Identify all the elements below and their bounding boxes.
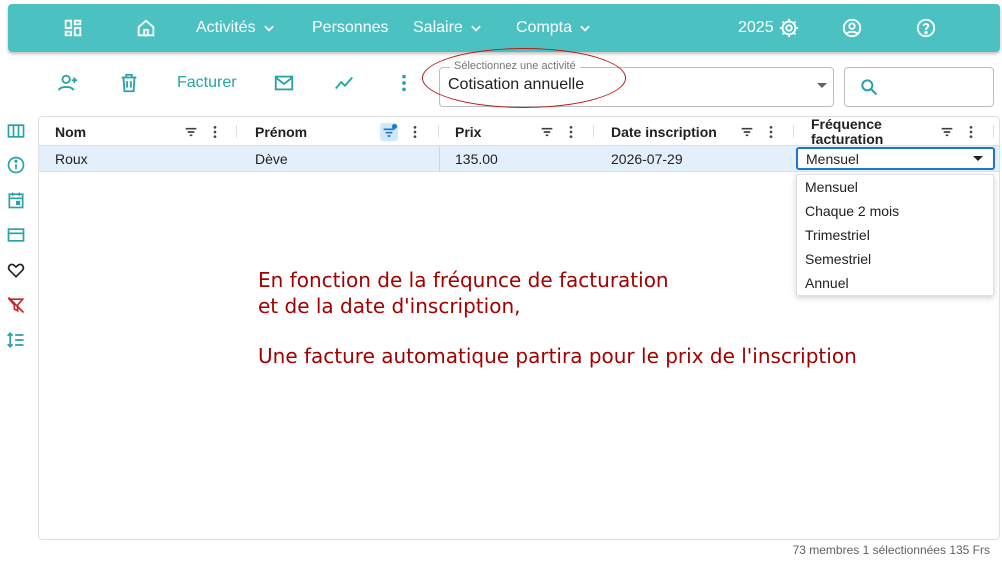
annotation-line-3: Une facture automatique partira pour le …: [258, 344, 857, 368]
year-settings[interactable]: 2025: [738, 4, 800, 52]
view-columns-icon: [7, 124, 25, 138]
dropdown-arrow-icon: [973, 156, 983, 161]
search-icon: [861, 79, 878, 96]
option-mensuel[interactable]: Mensuel: [805, 179, 858, 195]
column-separator[interactable]: [593, 125, 594, 138]
rail-info[interactable]: [5, 154, 27, 176]
grid-footer-status: 73 membres 1 sélectionnées 135 Frs: [792, 543, 990, 557]
dropdown-arrow-icon: [817, 83, 827, 88]
rail-columns[interactable]: [5, 120, 27, 142]
frequence-cell-value: Mensuel: [806, 151, 859, 167]
trash-icon: [121, 73, 137, 93]
column-menu-icon[interactable]: [562, 123, 580, 141]
filter-icon[interactable]: [538, 123, 556, 141]
activity-select[interactable]: Sélectionnez une activité Cotisation ann…: [439, 60, 834, 107]
facturer-label: Facturer: [177, 74, 237, 91]
column-menu-icon[interactable]: [762, 123, 780, 141]
rail-payment[interactable]: [5, 224, 27, 246]
option-semestriel[interactable]: Semestriel: [805, 251, 871, 267]
pinned-divider: [439, 146, 440, 172]
cell-date[interactable]: 2026-07-29: [611, 146, 683, 172]
column-header-frequence-line2: facturation: [811, 130, 884, 147]
rail-favorite[interactable]: [5, 259, 27, 281]
option-chaque-2-mois[interactable]: Chaque 2 mois: [805, 203, 899, 219]
rail-clear-filter[interactable]: [5, 294, 27, 316]
top-navbar: Activités Personnes Salaire Compta 2025: [8, 4, 1000, 52]
nav-salaire[interactable]: Salaire: [413, 4, 483, 52]
column-header-date[interactable]: Date inscription: [611, 117, 717, 146]
heart-icon: [7, 263, 25, 278]
grid-header: Nom Prénom Prix Date inscription Fréquen…: [39, 115, 999, 147]
column-separator[interactable]: [236, 125, 237, 138]
mail-icon: [274, 75, 294, 91]
filter-active-dot: [392, 124, 397, 129]
column-separator[interactable]: [793, 125, 794, 138]
column-menu-icon[interactable]: [406, 123, 424, 141]
account-icon[interactable]: [841, 4, 863, 52]
column-header-prix[interactable]: Prix: [455, 117, 481, 146]
cell-prenom[interactable]: Dève: [255, 146, 288, 172]
option-annuel[interactable]: Annuel: [805, 275, 849, 291]
nav-compta-label: Compta: [516, 19, 573, 36]
filter-off-icon: [7, 296, 25, 314]
filter-active-icon[interactable]: [380, 123, 398, 141]
home-icon[interactable]: [135, 4, 157, 52]
column-separator[interactable]: [993, 125, 994, 138]
calendar-icon: [8, 192, 24, 209]
column-separator[interactable]: [438, 125, 439, 138]
nav-compta[interactable]: Compta: [516, 4, 592, 52]
chevron-down-icon: [263, 25, 274, 32]
help-icon[interactable]: [915, 4, 937, 52]
column-header-frequence-line1: Fréquence: [811, 115, 882, 132]
chevron-down-icon: [471, 25, 481, 32]
nav-personnes-label: Personnes: [312, 19, 389, 36]
credit-card-icon: [7, 228, 25, 242]
nav-activites[interactable]: Activités: [196, 4, 276, 52]
nav-activites-label: Activités: [196, 19, 256, 36]
cell-nom[interactable]: Roux: [55, 146, 88, 172]
add-user-icon: [57, 74, 78, 91]
delete-button[interactable]: [118, 66, 140, 100]
trend-icon: [335, 76, 353, 90]
chevron-down-icon: [580, 25, 590, 32]
facturer-button[interactable]: Facturer: [177, 66, 237, 100]
filter-icon[interactable]: [938, 123, 956, 141]
year-label: 2025: [738, 19, 774, 36]
filter-icon[interactable]: [182, 123, 200, 141]
column-header-frequence[interactable]: Fréquence facturation: [811, 115, 884, 147]
add-member-button[interactable]: [57, 66, 79, 100]
frequence-dropdown: Mensuel Chaque 2 mois Trimestriel Semest…: [796, 174, 994, 296]
stats-button[interactable]: [333, 66, 355, 100]
sort-icon: [7, 332, 24, 348]
nav-personnes[interactable]: Personnes: [312, 4, 389, 52]
search-field[interactable]: [844, 67, 994, 107]
more-vert-icon: [402, 74, 406, 92]
dashboard-icon[interactable]: [62, 4, 84, 52]
rail-sort[interactable]: [5, 329, 27, 351]
annotation-line-2: et de la date d'inscription,: [258, 294, 521, 318]
activity-select-legend: Sélectionnez une activité: [450, 60, 580, 72]
annotation-line-1: En fonction de la fréqunce de facturatio…: [258, 268, 669, 292]
more-button[interactable]: [393, 66, 415, 100]
column-menu-icon[interactable]: [206, 123, 224, 141]
column-menu-icon[interactable]: [962, 123, 980, 141]
cell-prix[interactable]: 135.00: [455, 146, 498, 172]
frequence-cell-select[interactable]: Mensuel: [796, 147, 995, 170]
gear-icon: [779, 18, 798, 38]
info-icon: [7, 156, 25, 174]
nav-salaire-label: Salaire: [413, 19, 463, 36]
email-button[interactable]: [273, 66, 295, 100]
column-header-prenom[interactable]: Prénom: [255, 117, 307, 146]
rail-calendar[interactable]: [5, 189, 27, 211]
activity-select-value: Cotisation annuelle: [448, 76, 585, 93]
column-header-nom[interactable]: Nom: [55, 117, 86, 146]
option-trimestriel[interactable]: Trimestriel: [805, 227, 870, 243]
filter-icon[interactable]: [738, 123, 756, 141]
